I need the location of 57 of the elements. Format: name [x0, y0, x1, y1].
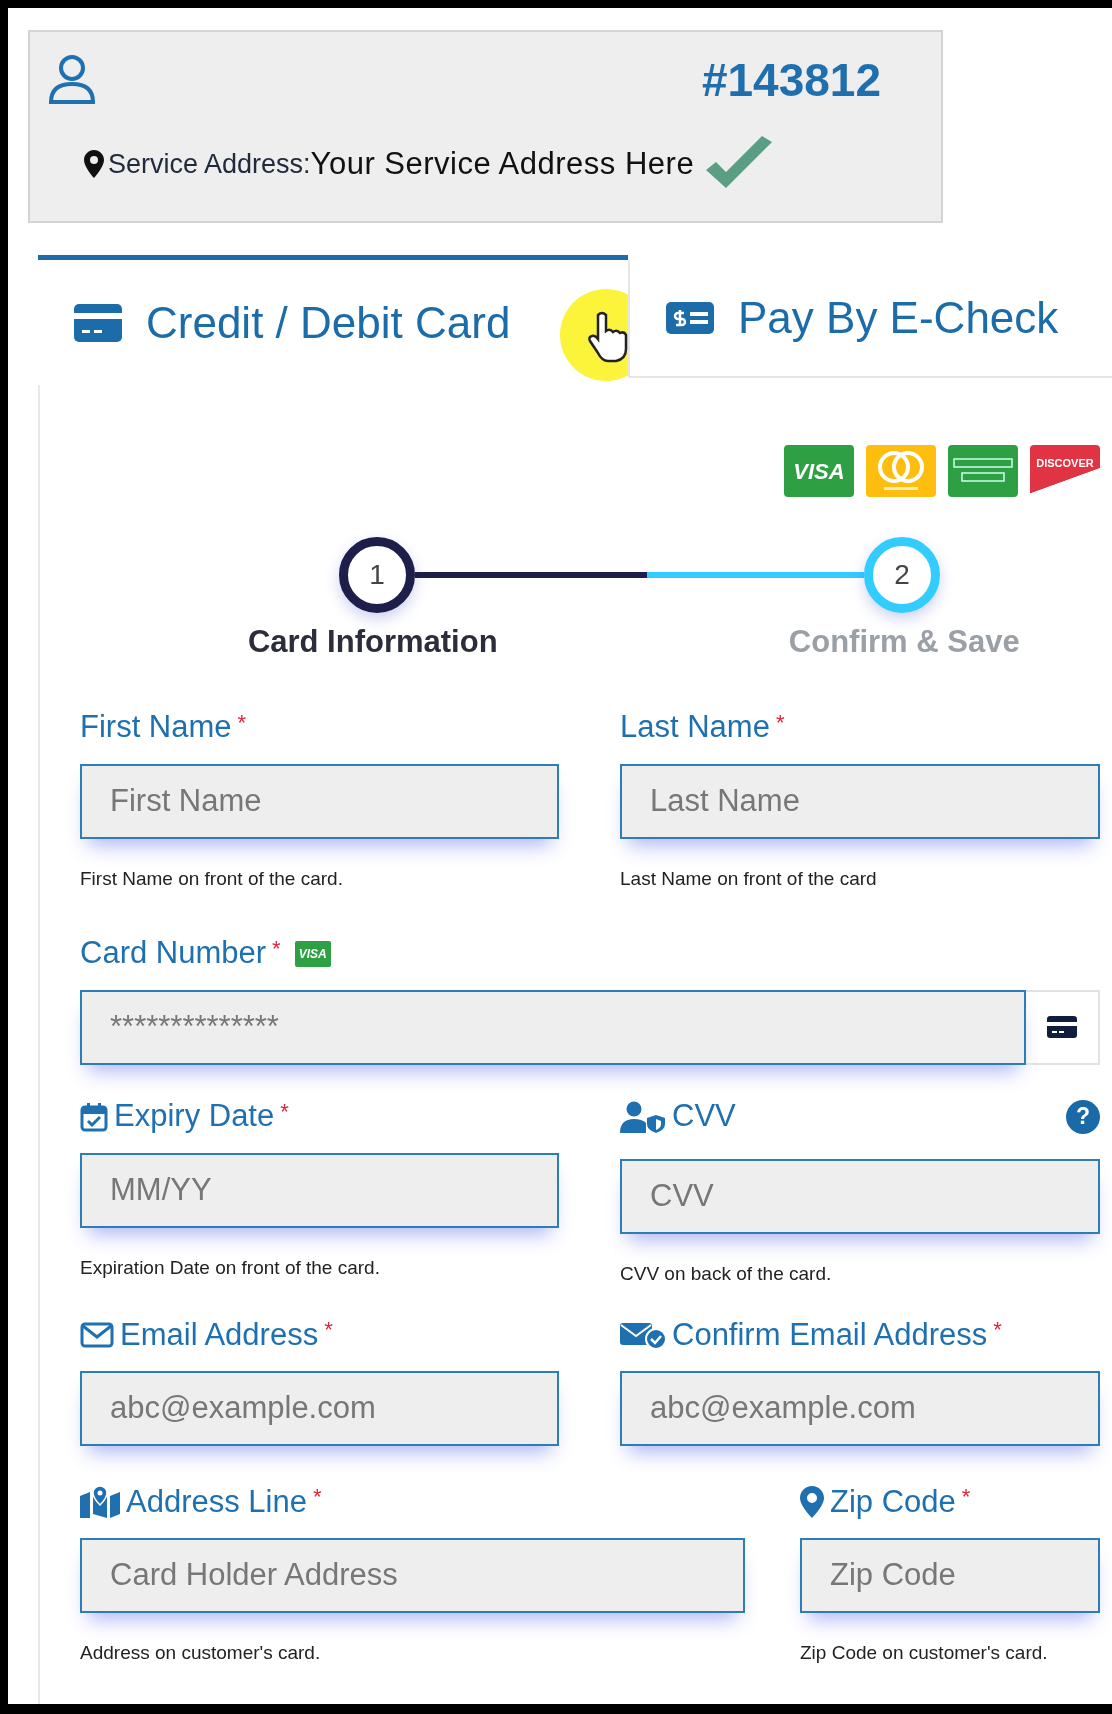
envelope-icon — [80, 1321, 114, 1348]
required-asterisk: * — [312, 1482, 322, 1511]
credit-card-icon — [74, 303, 122, 342]
required-asterisk: * — [280, 1097, 289, 1126]
service-address: Your Service Address Here — [310, 144, 695, 183]
service-address-label: Service Address: — [108, 147, 311, 181]
envelope-check-icon — [620, 1320, 666, 1349]
help-text: Zip Code on customer's card. — [800, 1640, 1049, 1665]
user-icon — [48, 54, 96, 106]
input-field[interactable]: Last Name — [620, 763, 1100, 839]
required-asterisk: * — [272, 934, 281, 963]
help-text: Last Name on front of the card — [620, 866, 878, 891]
required-asterisk: * — [961, 1482, 971, 1511]
field-label: Email Address — [120, 1315, 319, 1354]
amex-logo-icon — [948, 445, 1018, 497]
location-pin-icon — [84, 150, 104, 178]
card-number-field[interactable]: ************** — [80, 989, 1026, 1065]
input-field[interactable]: MM/YY — [80, 1152, 559, 1228]
visa-badge: VISA — [294, 940, 331, 967]
field-label: Expiry Date — [114, 1097, 275, 1136]
input-field[interactable]: First Name — [80, 763, 559, 839]
help-text: First Name on front of the card. — [80, 866, 344, 891]
mastercard-logo-icon — [866, 445, 936, 497]
field-label: First Name — [80, 708, 232, 747]
user-shield-icon — [620, 1100, 666, 1133]
required-asterisk: * — [775, 708, 785, 737]
payment-tab[interactable]: Pay By E-Check — [628, 260, 1112, 378]
help-text: CVV on back of the card. — [620, 1261, 833, 1286]
account-number: #143812 — [701, 57, 881, 103]
step-circle: 2 — [864, 537, 940, 613]
step-label: Card Information — [246, 623, 499, 661]
discover-logo: DISCOVER — [1030, 445, 1100, 497]
map-pin-icon — [80, 1485, 120, 1518]
step-circle: 1 — [339, 537, 415, 613]
calendar-check-icon — [80, 1101, 108, 1132]
credit-card-icon — [1047, 1016, 1077, 1039]
required-asterisk: * — [993, 1315, 1002, 1344]
required-asterisk: * — [324, 1315, 333, 1344]
field-label: Card Number — [80, 934, 267, 973]
field-label: Zip Code — [830, 1482, 956, 1521]
help-icon[interactable]: ? — [1066, 1099, 1100, 1134]
input-field[interactable]: Card Holder Address — [80, 1537, 745, 1613]
required-asterisk: * — [237, 708, 247, 737]
input-field[interactable]: Zip Code — [800, 1537, 1100, 1613]
step-label: Confirm & Save — [787, 623, 1021, 661]
input-field[interactable]: abc@example.com — [620, 1370, 1100, 1446]
help-text: Expiration Date on front of the card. — [80, 1255, 381, 1280]
input-field[interactable]: abc@example.com — [80, 1370, 559, 1446]
help-text: Address on customer's card. — [80, 1640, 322, 1665]
field-label: Confirm Email Address — [672, 1315, 988, 1354]
location-pin-icon — [800, 1485, 824, 1518]
field-label: CVV — [672, 1097, 736, 1136]
field-label: Address Line — [126, 1482, 307, 1521]
input-field[interactable]: CVV — [620, 1158, 1100, 1234]
money-check-icon — [666, 302, 714, 334]
field-label: Last Name — [620, 708, 770, 747]
visa-logo: VISA — [784, 445, 854, 497]
